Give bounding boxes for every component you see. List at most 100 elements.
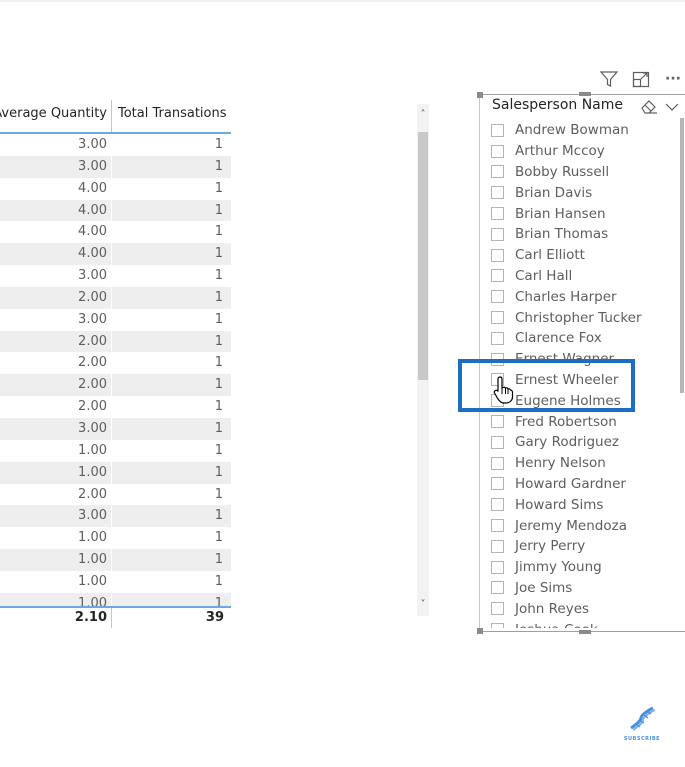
resize-handle[interactable]	[579, 92, 591, 96]
table-row[interactable]: 1.00 1	[0, 549, 231, 571]
table-scrollbar[interactable]: ˄ ˅	[417, 104, 429, 616]
cell-average-quantity: 4.00	[78, 246, 107, 262]
table-row[interactable]: 4.00 1	[0, 199, 231, 222]
scroll-down-icon[interactable]: ˅	[417, 598, 429, 612]
slicer-item[interactable]: Brian Hansen	[491, 203, 675, 224]
table-row[interactable]: 4.00 1	[0, 243, 231, 266]
slicer-item[interactable]: Carl Elliott	[491, 245, 675, 266]
checkbox[interactable]	[491, 560, 504, 574]
table-row[interactable]: 1.00 1	[0, 527, 231, 550]
slicer-item[interactable]: Charles Harper	[491, 286, 675, 307]
table-row[interactable]: 2.00 1	[0, 374, 231, 397]
slicer-item[interactable]: Fred Robertson	[491, 411, 675, 432]
checkbox[interactable]	[491, 290, 504, 304]
slicer-item[interactable]: Andrew Bowman	[491, 120, 675, 141]
scrollbar-thumb[interactable]	[418, 132, 428, 380]
slicer-item[interactable]: Brian Davis	[491, 182, 675, 203]
slicer-item-label: Clarence Fox	[515, 330, 602, 347]
slicer-item[interactable]: Howard Sims	[491, 494, 675, 515]
slicer-item[interactable]: Bobby Russell	[491, 162, 675, 183]
subscribe-logo[interactable]: SUBSCRIBE	[620, 704, 664, 744]
slicer-item[interactable]: Jeremy Mendoza	[491, 515, 675, 536]
table-row[interactable]: 3.00 1	[0, 308, 231, 331]
cell-average-quantity: 2.00	[78, 355, 107, 371]
checkbox[interactable]	[491, 581, 504, 595]
column-header-average-quantity[interactable]: Average Quantity	[0, 100, 111, 132]
slicer-item[interactable]: Jerry Perry	[491, 536, 675, 557]
slicer-item[interactable]: Brian Thomas	[491, 224, 675, 245]
slicer-item[interactable]: John Reyes	[491, 598, 675, 619]
slicer-item[interactable]: Jimmy Young	[491, 557, 675, 578]
cell-average-quantity: 2.00	[78, 399, 107, 415]
slicer-item[interactable]: Henry Nelson	[491, 453, 675, 474]
table-row[interactable]: 2.00 1	[0, 286, 231, 309]
resize-handle[interactable]	[477, 628, 483, 634]
more-options-icon[interactable]: ···	[662, 68, 684, 90]
table-row[interactable]: 2.00 1	[0, 396, 231, 418]
checkbox[interactable]	[491, 602, 504, 616]
checkbox[interactable]	[491, 207, 504, 221]
resize-handle[interactable]	[477, 92, 483, 98]
checkbox[interactable]	[491, 165, 504, 179]
checkbox[interactable]	[491, 186, 504, 200]
table-row[interactable]: 3.00 1	[0, 265, 231, 287]
dna-icon	[630, 706, 656, 731]
table-row[interactable]: 2.00 1	[0, 352, 231, 375]
checkbox[interactable]	[491, 477, 504, 491]
checkbox[interactable]	[491, 123, 504, 137]
table-row[interactable]: 3.00 1	[0, 505, 231, 528]
checkbox[interactable]	[491, 623, 504, 628]
table-row[interactable]: 1.00 1	[0, 461, 231, 484]
checkbox[interactable]	[491, 311, 504, 325]
checkbox[interactable]	[491, 227, 504, 241]
table-row[interactable]: 2.00 1	[0, 330, 231, 353]
table-row[interactable]: 1.00 1	[0, 592, 231, 606]
table-row[interactable]: 1.00 1	[0, 439, 231, 462]
slicer-item-label: Howard Sims	[515, 496, 604, 513]
slicer-item[interactable]: Christopher Tucker	[491, 307, 675, 328]
slicer-item[interactable]: Clarence Fox	[491, 328, 675, 349]
resize-handle[interactable]	[579, 630, 591, 634]
checkbox[interactable]	[491, 435, 504, 449]
checkbox[interactable]	[491, 519, 504, 533]
cell-total-transactions: 1	[214, 202, 223, 218]
slicer-item[interactable]: Joe Sims	[491, 578, 675, 599]
table-row[interactable]: 3.00 1	[0, 417, 231, 440]
checkbox[interactable]	[491, 539, 504, 553]
table-row[interactable]: 2.00 1	[0, 483, 231, 506]
cell-average-quantity: 1.00	[78, 552, 107, 568]
table-row[interactable]: 3.00 1	[0, 155, 231, 178]
table-row[interactable]: 3.00 1	[0, 134, 231, 156]
table-row[interactable]: 1.00 1	[0, 570, 231, 593]
slicer-scrollbar-thumb[interactable]	[680, 118, 684, 393]
cell-average-quantity: 1.00	[78, 442, 107, 458]
checkbox[interactable]	[491, 415, 504, 429]
column-divider	[111, 177, 112, 200]
clear-selections-icon[interactable]	[639, 98, 659, 116]
slicer-item[interactable]: Carl Hall	[491, 266, 675, 287]
checkbox[interactable]	[491, 269, 504, 283]
checkbox[interactable]	[491, 248, 504, 262]
slicer-item[interactable]: Joshua Cook	[491, 619, 675, 628]
checkbox[interactable]	[491, 456, 504, 470]
checkbox[interactable]	[491, 144, 504, 158]
column-divider	[111, 439, 112, 462]
cell-average-quantity: 3.00	[78, 420, 107, 436]
focus-mode-icon[interactable]	[630, 68, 652, 90]
slicer-item[interactable]: Howard Gardner	[491, 474, 675, 495]
checkbox[interactable]	[491, 331, 504, 345]
column-divider	[111, 265, 112, 287]
table-row[interactable]: 4.00 1	[0, 177, 231, 200]
cell-average-quantity: 3.00	[78, 508, 107, 524]
chevron-down-icon[interactable]	[664, 98, 680, 116]
table-row[interactable]: 4.00 1	[0, 221, 231, 244]
scroll-up-icon[interactable]: ˄	[417, 108, 429, 122]
column-header-total-transactions[interactable]: Total Transations	[112, 100, 231, 132]
checkbox[interactable]	[491, 498, 504, 512]
slicer-item[interactable]: Gary Rodriguez	[491, 432, 675, 453]
column-divider	[111, 396, 112, 418]
slicer-item[interactable]: Arthur Mccoy	[491, 141, 675, 162]
filter-icon[interactable]	[598, 68, 620, 90]
slicer-item-label: Bobby Russell	[515, 163, 610, 180]
cell-average-quantity: 1.00	[78, 530, 107, 546]
